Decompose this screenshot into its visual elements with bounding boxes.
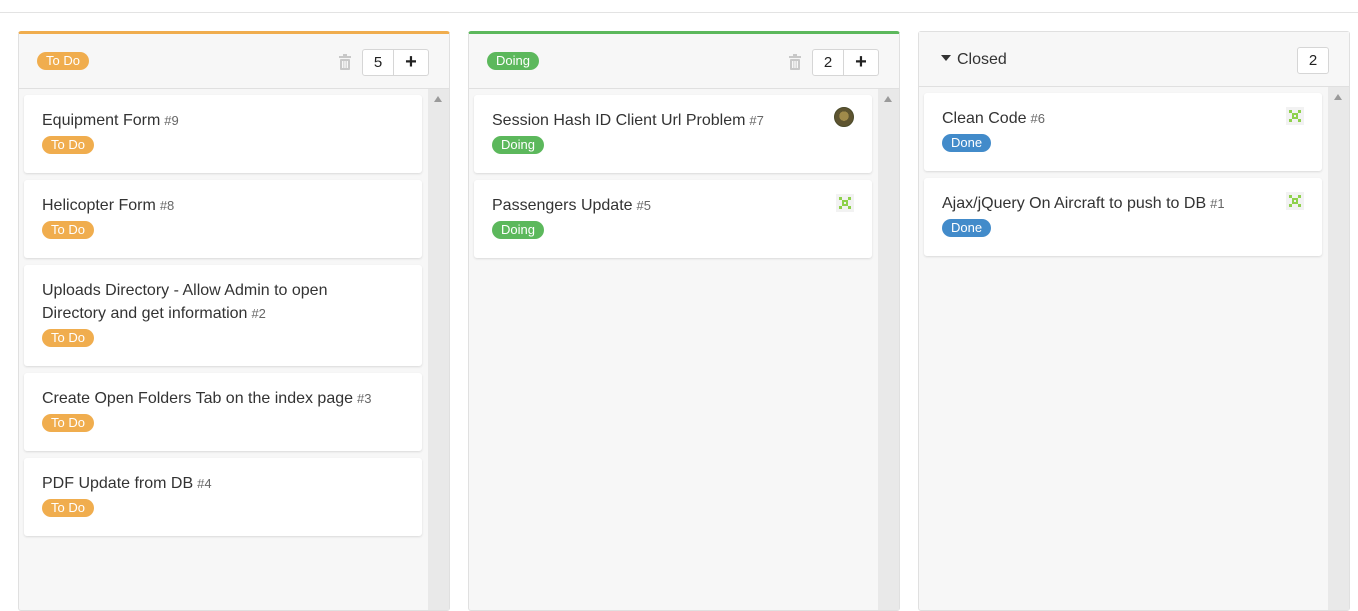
issue-number: #1 [1210,196,1225,211]
card-title: Passengers Update #5 [492,197,651,214]
card-title: Helicopter Form #8 [42,197,175,214]
status-badge[interactable]: Done [942,219,992,237]
column-header: Closed 2 [919,32,1349,87]
card-title: PDF Update from DB #4 [42,475,212,492]
issue-number: #2 [251,306,266,321]
scrollbar[interactable] [1328,87,1349,610]
card-title: Equipment Form #9 [42,112,179,129]
issue-card[interactable]: Equipment Form #9 To Do [24,95,422,173]
issue-count: 2 [1297,47,1329,74]
column-card-list[interactable]: Clean Code #6 Done Ajax/jQuery On Aircraf… [919,87,1349,610]
column-header: Doing 2 + [469,34,899,89]
board-column-doing: Doing 2 + Session Hash ID Client Url Pro… [468,31,900,611]
trash-icon[interactable] [788,54,802,70]
issue-card[interactable]: PDF Update from DB #4 To Do [24,458,422,536]
issue-card[interactable]: Helicopter Form #8 To Do [24,180,422,258]
issue-card[interactable]: Session Hash ID Client Url Problem #7 Doi… [474,95,872,173]
issue-board: To Do 5 + Equipment Form #9 To Do Helicop… [0,0,1358,611]
trash-icon[interactable] [338,54,352,70]
column-header: To Do 5 + [19,34,449,89]
column-actions: 2 [1297,47,1329,74]
board-column-closed: Closed 2 Clean Code #6 Done Ajax/jQuery O… [918,31,1350,611]
column-title: Closed [957,51,1007,68]
issue-count: 5 [362,49,394,76]
status-badge[interactable]: Done [942,134,992,152]
add-issue-button[interactable]: + [844,49,879,76]
issue-count: 2 [812,49,844,76]
issue-card[interactable]: Ajax/jQuery On Aircraft to push to DB #1 … [924,178,1322,256]
column-actions: 5 + [362,49,429,76]
issue-number: #9 [164,113,179,128]
status-badge[interactable]: To Do [42,136,94,154]
issue-card[interactable]: Passengers Update #5 Doing [474,180,872,258]
column-label-badge[interactable]: Doing [487,52,539,70]
assignee-identicon-icon[interactable] [1286,192,1304,210]
issue-number: #5 [636,198,651,213]
issue-number: #3 [357,391,372,406]
caret-down-icon [941,54,951,61]
assignee-avatar[interactable] [834,107,854,127]
column-card-list[interactable]: Session Hash ID Client Url Problem #7 Doi… [469,89,899,610]
issue-card[interactable]: Uploads Directory - Allow Admin to open … [24,265,422,366]
issue-number: #7 [749,113,764,128]
card-title: Create Open Folders Tab on the index pag… [42,390,372,407]
column-collapse-toggle[interactable]: Closed [941,51,1007,69]
card-title: Uploads Directory - Allow Admin to open … [42,282,328,322]
status-badge[interactable]: To Do [42,499,94,517]
status-badge[interactable]: Doing [492,136,544,154]
column-card-list[interactable]: Equipment Form #9 To Do Helicopter Form #8… [19,89,449,610]
issue-number: #6 [1030,111,1045,126]
card-title: Clean Code #6 [942,110,1045,127]
scroll-up-arrow-icon[interactable] [884,96,892,102]
issue-card[interactable]: Clean Code #6 Done [924,93,1322,171]
assignee-identicon-icon[interactable] [1286,107,1304,125]
status-badge[interactable]: To Do [42,221,94,239]
add-issue-button[interactable]: + [394,49,429,76]
issue-number: #8 [159,198,175,213]
column-actions: 2 + [812,49,879,76]
issue-card[interactable]: Create Open Folders Tab on the index pag… [24,373,422,451]
status-badge[interactable]: To Do [42,329,94,347]
scrollbar[interactable] [878,89,899,610]
card-title: Ajax/jQuery On Aircraft to push to DB #1 [942,195,1225,212]
board-column-todo: To Do 5 + Equipment Form #9 To Do Helicop… [18,31,450,611]
card-title: Session Hash ID Client Url Problem #7 [492,112,764,129]
status-badge[interactable]: To Do [42,414,94,432]
scroll-up-arrow-icon[interactable] [434,96,442,102]
scroll-up-arrow-icon[interactable] [1334,94,1342,100]
scrollbar[interactable] [428,89,449,610]
column-label-badge[interactable]: To Do [37,52,89,70]
status-badge[interactable]: Doing [492,221,544,239]
issue-number: #4 [197,476,212,491]
assignee-identicon-icon[interactable] [836,194,854,212]
